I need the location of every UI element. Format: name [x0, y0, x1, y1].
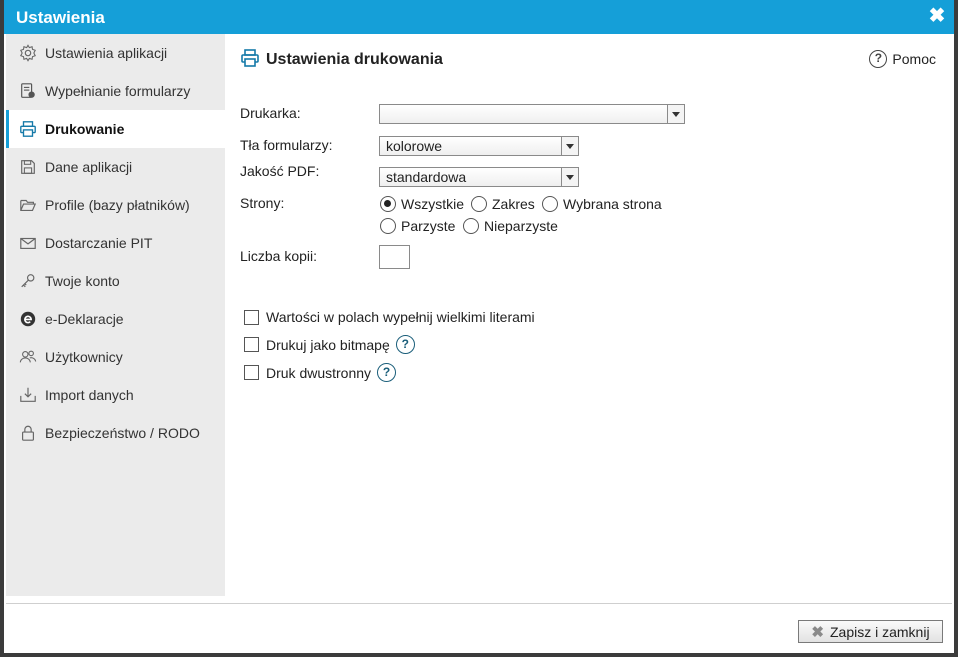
- printer-icon: [18, 119, 38, 139]
- checkbox-box: [244, 365, 259, 380]
- help-circle-icon: ?: [869, 50, 888, 68]
- sidebar-item-label: Twoje konto: [45, 273, 120, 289]
- settings-sidebar: Ustawienia aplikacji Wypełnianie formula…: [6, 34, 225, 596]
- pages-radio-range[interactable]: Zakres: [471, 196, 535, 212]
- help-link-label: Pomoc: [892, 51, 936, 67]
- radio-label: Nieparzyste: [484, 218, 558, 234]
- sidebar-item-label: Ustawienia aplikacji: [45, 45, 168, 61]
- pdf-quality-select[interactable]: standardowa: [379, 167, 579, 187]
- sidebar-item-pit-delivery[interactable]: Dostarczanie PIT: [6, 224, 225, 262]
- uppercase-checkbox[interactable]: Wartości w polach wypełnij wielkimi lite…: [244, 309, 535, 325]
- sidebar-item-data-import[interactable]: Import danych: [6, 376, 225, 414]
- gear-icon: [18, 43, 38, 63]
- form-background-select[interactable]: kolorowe: [379, 136, 579, 156]
- printer-label: Drukarka:: [240, 105, 301, 121]
- copies-label: Liczba kopii:: [240, 248, 318, 264]
- radio-unchecked: [380, 218, 396, 234]
- sidebar-item-form-filling[interactable]: Wypełnianie formularzy: [6, 72, 225, 110]
- radio-label: Zakres: [492, 196, 535, 212]
- settings-content: Ustawienia drukowania ? Pomoc Drukarka: …: [225, 34, 954, 596]
- sidebar-item-app-settings[interactable]: Ustawienia aplikacji: [6, 34, 225, 72]
- close-icon[interactable]: ✖: [926, 5, 948, 27]
- checkbox-label: Drukuj jako bitmapę: [266, 336, 390, 353]
- page-title: Ustawienia drukowania: [240, 48, 443, 71]
- dialog-title: Ustawienia: [16, 8, 105, 27]
- radio-checked: [380, 196, 396, 212]
- dialog-titlebar: Ustawienia ✖: [4, 0, 954, 34]
- form-edit-icon: [18, 81, 38, 101]
- pages-radio-selected[interactable]: Wybrana strona: [542, 196, 662, 212]
- help-circle-icon[interactable]: ?: [377, 363, 397, 382]
- close-icon: ✖: [811, 623, 824, 641]
- save-and-close-button[interactable]: ✖ Zapisz i zamknij: [798, 620, 943, 643]
- sidebar-item-label: Profile (bazy płatników): [45, 197, 190, 213]
- sidebar-item-label: Dostarczanie PIT: [45, 235, 153, 251]
- help-link[interactable]: ? Pomoc: [869, 50, 936, 68]
- sidebar-item-label: Dane aplikacji: [45, 159, 133, 175]
- chevron-down-icon: [667, 105, 684, 123]
- sidebar-item-app-data[interactable]: Dane aplikacji: [6, 148, 225, 186]
- folder-open-icon: [18, 195, 38, 215]
- radio-label: Wszystkie: [401, 196, 464, 212]
- sidebar-item-users[interactable]: Użytkownicy: [6, 338, 225, 376]
- pdf-quality-value: standardowa: [386, 169, 467, 185]
- chevron-down-icon: [561, 168, 578, 186]
- sidebar-item-label: Drukowanie: [45, 121, 125, 137]
- sidebar-item-security[interactable]: Bezpieczeństwo / RODO: [6, 414, 225, 452]
- radio-unchecked: [463, 218, 479, 234]
- checkbox-label: Druk dwustronny: [266, 364, 372, 381]
- radio-unchecked: [471, 196, 487, 212]
- checkbox-label: Wartości w polach wypełnij wielkimi lite…: [266, 309, 535, 325]
- floppy-disk-icon: [18, 157, 38, 177]
- pages-radio-even[interactable]: Parzyste: [380, 218, 455, 234]
- import-tray-icon: [18, 385, 38, 405]
- form-background-label: Tła formularzy:: [240, 137, 333, 153]
- pdf-quality-label: Jakość PDF:: [240, 163, 320, 179]
- radio-unchecked: [542, 196, 558, 212]
- sidebar-item-account[interactable]: Twoje konto: [6, 262, 225, 300]
- sidebar-item-profiles[interactable]: Profile (bazy płatników): [6, 186, 225, 224]
- bitmap-print-checkbox[interactable]: Drukuj jako bitmapę ?: [244, 335, 415, 354]
- sidebar-item-label: Wypełnianie formularzy: [45, 83, 191, 99]
- duplex-print-checkbox[interactable]: Druk dwustronny ?: [244, 363, 397, 382]
- printer-icon: [240, 48, 260, 71]
- footer-divider: [6, 603, 952, 604]
- radio-label: Parzyste: [401, 218, 456, 234]
- copies-input[interactable]: [379, 245, 410, 269]
- checkbox-box: [244, 309, 259, 325]
- checkbox-box: [244, 337, 259, 352]
- chevron-down-icon: [561, 137, 578, 155]
- save-and-close-label: Zapisz i zamknij: [829, 623, 930, 640]
- key-icon: [18, 271, 38, 291]
- e-logo-icon: [18, 309, 38, 329]
- radio-label: Wybrana strona: [563, 196, 662, 212]
- sidebar-item-label: Import danych: [45, 387, 134, 403]
- sidebar-item-e-declarations[interactable]: e-Deklaracje: [6, 300, 225, 338]
- settings-dialog: Ustawienia ✖ Ustawienia aplikacji Wypełn…: [0, 0, 958, 657]
- pages-label: Strony:: [240, 195, 285, 211]
- page-title-text: Ustawienia drukowania: [266, 50, 443, 68]
- form-background-value: kolorowe: [386, 138, 443, 154]
- help-circle-icon[interactable]: ?: [395, 335, 415, 354]
- printer-select[interactable]: [379, 104, 685, 124]
- pages-radio-odd[interactable]: Nieparzyste: [463, 218, 558, 234]
- sidebar-item-printing[interactable]: Drukowanie: [6, 110, 225, 148]
- envelope-icon: [18, 233, 38, 253]
- sidebar-item-label: Bezpieczeństwo / RODO: [45, 425, 200, 441]
- sidebar-item-label: e-Deklaracje: [45, 311, 124, 327]
- pages-radio-all[interactable]: Wszystkie: [380, 196, 464, 212]
- lock-icon: [18, 423, 38, 443]
- users-icon: [18, 347, 38, 367]
- sidebar-item-label: Użytkownicy: [45, 349, 123, 365]
